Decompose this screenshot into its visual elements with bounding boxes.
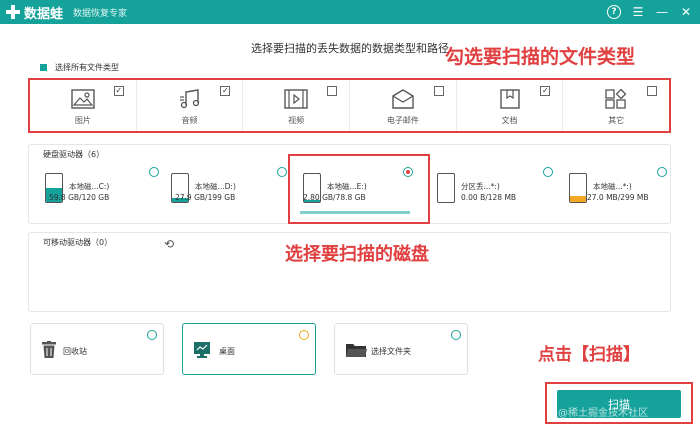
- video-icon: [283, 87, 309, 111]
- drive-size: 0.00 B/128 MB: [461, 193, 517, 202]
- type-label-email: 电子邮件: [386, 116, 419, 125]
- close-icon: ✕: [680, 5, 692, 19]
- type-checkbox-audio[interactable]: ✓: [220, 86, 231, 96]
- location-choose-folder[interactable]: 选择文件夹: [334, 323, 468, 375]
- minimize-icon: —: [656, 5, 668, 19]
- type-card-document[interactable]: 文档 ✓: [457, 80, 564, 131]
- drive-size: 27.0 MB/299 MB: [587, 193, 649, 202]
- location-radio[interactable]: [451, 330, 461, 340]
- menu-button[interactable]: ☰: [630, 3, 646, 21]
- menu-icon: ☰: [632, 5, 644, 19]
- location-recycle-bin[interactable]: 回收站: [30, 323, 164, 375]
- title-bar: 数据蛙 数据恢复专家 ? ☰ — ✕: [0, 0, 700, 24]
- type-checkbox-video[interactable]: [327, 86, 338, 96]
- drive-name: 本地磁...*:): [593, 182, 632, 191]
- type-label-image: 图片: [74, 116, 91, 125]
- help-icon: ?: [607, 5, 621, 19]
- drive-lost-partition[interactable]: 分区丢...*:) 0.00 B/128 MB: [431, 167, 557, 217]
- type-card-video[interactable]: 视频: [243, 80, 351, 131]
- location-radio[interactable]: [147, 330, 157, 340]
- drive-d[interactable]: 本地磁...D:) 27.9 GB/199 GB: [165, 167, 291, 217]
- removable-section-title: 可移动驱动器（0）: [43, 238, 113, 247]
- annotation-select-disk: 选择要扫描的磁盘: [285, 244, 429, 265]
- drive-size: 27.9 GB/199 GB: [175, 193, 236, 202]
- type-checkbox-document[interactable]: ✓: [540, 86, 551, 96]
- drive-radio[interactable]: [657, 167, 667, 177]
- hdd-section-title: 硬盘驱动器（6）: [43, 150, 105, 159]
- logo-cross-icon: [6, 5, 20, 19]
- annotation-click-scan: 点击【扫描】: [538, 345, 640, 365]
- document-icon: [497, 87, 523, 111]
- location-label: 回收站: [63, 347, 87, 356]
- close-button[interactable]: ✕: [678, 3, 694, 21]
- drive-name: 分区丢...*:): [461, 182, 500, 191]
- watermark: @稀土掘金技术社区: [558, 408, 648, 419]
- app-logo: 数据蛙: [6, 3, 63, 22]
- type-label-video: 视频: [288, 116, 305, 125]
- folder-icon: [346, 344, 367, 357]
- type-checkbox-other[interactable]: [647, 86, 658, 96]
- image-icon: [70, 87, 96, 111]
- drive-c[interactable]: 本地磁...C:) 59.8 GB/120 GB: [39, 167, 165, 217]
- app-name: 数据蛙: [24, 6, 64, 22]
- annotation-select-types: 勾选要扫描的文件类型: [445, 46, 636, 68]
- type-label-other: 其它: [608, 116, 625, 125]
- type-checkbox-email[interactable]: [433, 86, 444, 96]
- app-subtitle: 数据恢复专家: [73, 8, 128, 19]
- email-icon: [390, 87, 416, 111]
- location-radio[interactable]: [299, 330, 309, 340]
- location-desktop[interactable]: 桌面: [182, 323, 316, 375]
- type-card-email[interactable]: 电子邮件: [350, 80, 457, 131]
- drive-name: 本地磁...C:): [69, 182, 110, 191]
- selected-drive-highlight: [288, 154, 430, 224]
- other-icon: [603, 87, 629, 111]
- type-label-audio: 音频: [181, 116, 198, 125]
- file-types-panel: 图片 ✓ 音频 ✓ 视频 电子邮件 文档 ✓ 其它: [28, 78, 671, 133]
- selected-drive-bar: [300, 211, 410, 214]
- type-label-document: 文档: [501, 116, 518, 125]
- location-label: 桌面: [219, 347, 235, 356]
- drive-local-other[interactable]: 本地磁...*:) 27.0 MB/299 MB: [563, 167, 689, 217]
- select-all-label: 选择所有文件类型: [55, 63, 119, 72]
- refresh-icon[interactable]: ⟲: [164, 237, 174, 251]
- type-checkbox-image[interactable]: ✓: [113, 86, 124, 96]
- drive-radio[interactable]: [149, 167, 159, 177]
- window-controls: ? ☰ — ✕: [606, 3, 694, 21]
- hard-drive-icon: [437, 173, 455, 203]
- recycle-bin-icon: [42, 341, 56, 358]
- location-label: 选择文件夹: [371, 347, 411, 356]
- type-card-other[interactable]: 其它: [563, 80, 669, 131]
- type-card-image[interactable]: 图片 ✓: [30, 80, 137, 131]
- drive-name: 本地磁...D:): [195, 182, 236, 191]
- drive-radio[interactable]: [543, 167, 553, 177]
- select-all-checkbox[interactable]: 选择所有文件类型: [40, 62, 119, 73]
- drive-radio[interactable]: [277, 167, 287, 177]
- hard-drive-icon: [569, 173, 587, 203]
- help-button[interactable]: ?: [606, 3, 622, 21]
- drive-size: 59.8 GB/120 GB: [49, 193, 110, 202]
- minimize-button[interactable]: —: [654, 3, 670, 21]
- desktop-icon: [194, 342, 210, 358]
- music-icon: [177, 87, 203, 111]
- type-card-audio[interactable]: 音频 ✓: [137, 80, 244, 131]
- select-all-check-icon: [40, 64, 47, 71]
